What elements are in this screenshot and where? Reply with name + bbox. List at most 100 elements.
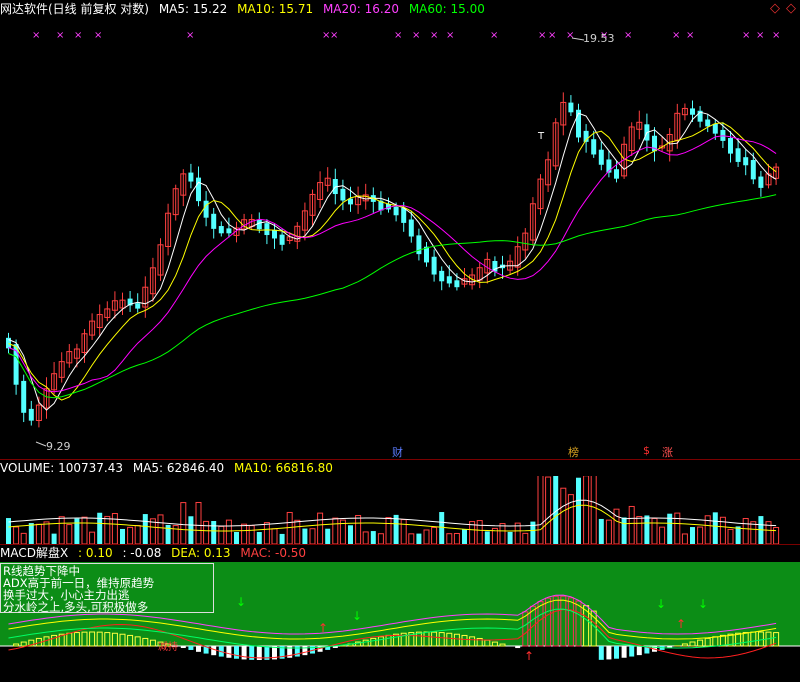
- volume-bar-up: [263, 522, 270, 545]
- candle-down: [218, 226, 224, 234]
- volume-bar-up: [195, 501, 202, 545]
- price-header: 网达软件(日线 前复权 对数) MA5: 15.22 MA10: 15.71 M…: [0, 2, 491, 16]
- candle-down: [598, 149, 604, 165]
- diamond-outline-icon[interactable]: ◇: [786, 1, 796, 16]
- volume-bar-down: [28, 523, 34, 544]
- candle-down: [568, 102, 574, 113]
- sell-marker-icon: ×: [772, 30, 780, 41]
- volume-bar-down: [576, 477, 581, 544]
- panel-divider: [0, 544, 800, 545]
- volume-bar-up: [286, 511, 293, 545]
- sell-marker-icon: ×: [742, 30, 750, 41]
- volume-bar-up: [225, 519, 232, 545]
- volume-bar-up: [499, 523, 506, 545]
- event-tag-rise[interactable]: 涨: [662, 444, 673, 460]
- buy-arrow-icon: ↓: [236, 595, 246, 609]
- diamond-outline-icon[interactable]: ◇: [770, 1, 780, 16]
- sell-arrow-icon: ↑: [318, 621, 328, 635]
- volume-bar-up: [583, 476, 590, 545]
- volume-bar-up: [537, 476, 544, 545]
- macd-bar-negative: [614, 646, 619, 659]
- volume-bar-down: [279, 533, 285, 544]
- volume-bar-down: [211, 521, 217, 544]
- volume-bar-down: [690, 527, 695, 544]
- volume-bar-up: [377, 533, 384, 545]
- candle-down: [735, 148, 741, 162]
- event-tag-finance[interactable]: 财: [392, 444, 403, 460]
- volume-bar-up: [605, 519, 612, 545]
- sell-marker-icon: ×: [94, 30, 102, 41]
- volume-panel[interactable]: [0, 476, 800, 546]
- ma60-line: [8, 194, 777, 399]
- event-tag-list[interactable]: 榜: [568, 444, 579, 460]
- volume-bar-down: [234, 531, 239, 544]
- volume-bar-up: [742, 518, 749, 545]
- macd-bar-negative: [211, 646, 217, 656]
- sell-marker-icon: ×: [538, 30, 546, 41]
- candle-down: [188, 172, 194, 182]
- sell-marker-icon: ×: [548, 30, 556, 41]
- volume-bar-up: [727, 528, 734, 545]
- volume-bar-up: [294, 519, 301, 545]
- volume-bar-down: [142, 514, 148, 544]
- volume-bar-down: [97, 512, 103, 544]
- volume-bar-up: [271, 528, 278, 545]
- volume-readout: VOLUME: 100737.43: [0, 461, 123, 475]
- macd-bar-negative: [196, 646, 201, 652]
- sell-marker-icon: ×: [412, 30, 420, 41]
- sell-marker-icon: ×: [624, 30, 632, 41]
- candle-down: [340, 188, 346, 201]
- volume-bar-down: [325, 528, 331, 544]
- macd-bar-negative: [180, 646, 186, 649]
- volume-bar-up: [423, 529, 430, 545]
- candle-down: [272, 229, 277, 239]
- volume-bar-up: [104, 515, 111, 545]
- sell-marker-icon: ×: [330, 30, 338, 41]
- sell-marker-icon: ×: [394, 30, 402, 41]
- volume-bar-up: [81, 516, 88, 545]
- volume-bar-down: [74, 518, 80, 544]
- volume-bar-up: [180, 502, 187, 545]
- volume-bar-up: [332, 517, 339, 545]
- volume-bar-up: [13, 526, 20, 545]
- candle-down: [203, 200, 209, 218]
- candle-down: [750, 160, 756, 180]
- macd-bar-negative: [234, 646, 239, 659]
- candle-down: [614, 169, 619, 179]
- event-tag-dollar[interactable]: $: [643, 444, 650, 457]
- buy-arrow-icon: ↓: [698, 597, 708, 611]
- sell-marker-icon: ×: [566, 30, 574, 41]
- volume-bar-down: [507, 531, 513, 544]
- sell-marker-icon: ×: [430, 30, 438, 41]
- commentary-box: R线趋势下降中 ADX高于前一日，维持原趋势 换手过大，小心主力出逃 分水岭之上…: [0, 563, 214, 613]
- ma10-readout: MA10: 15.71: [237, 2, 314, 16]
- volume-bar-up: [431, 527, 438, 545]
- macd-bar-negative: [515, 646, 521, 649]
- candle-down: [705, 119, 711, 127]
- volume-bar-up: [453, 532, 460, 545]
- volume-bar-up: [134, 525, 141, 545]
- macd-bar-negative: [598, 646, 604, 660]
- volume-bar-up: [651, 518, 658, 545]
- sell-marker-icon: ×: [686, 30, 694, 41]
- volume-bar-up: [773, 527, 780, 545]
- volume-ma5-readout: MA5: 62846.40: [132, 461, 225, 475]
- indicator-tag: 减持: [158, 642, 178, 653]
- low-pointer: [35, 441, 47, 447]
- volume-bar-down: [348, 525, 353, 544]
- panel-divider: [0, 459, 800, 460]
- sell-marker-icon: ×: [672, 30, 680, 41]
- volume-bar-up: [476, 520, 483, 545]
- volume-bar-up: [20, 532, 27, 545]
- price-panel[interactable]: × × × × × × × × × × × × × × × × × × × × × ×: [0, 18, 800, 460]
- volume-bar-up: [659, 526, 666, 545]
- sell-arrow-icon: ↑: [676, 617, 686, 631]
- candle-down: [393, 206, 399, 216]
- volume-bar-down: [416, 533, 422, 544]
- volume-bar-up: [203, 520, 210, 545]
- macd-bar-negative: [241, 646, 247, 660]
- macd-bar-negative: [226, 646, 232, 658]
- sell-marker-icon: ×: [446, 30, 454, 41]
- volume-bar-down: [51, 533, 57, 544]
- volume-bar-up: [218, 525, 225, 545]
